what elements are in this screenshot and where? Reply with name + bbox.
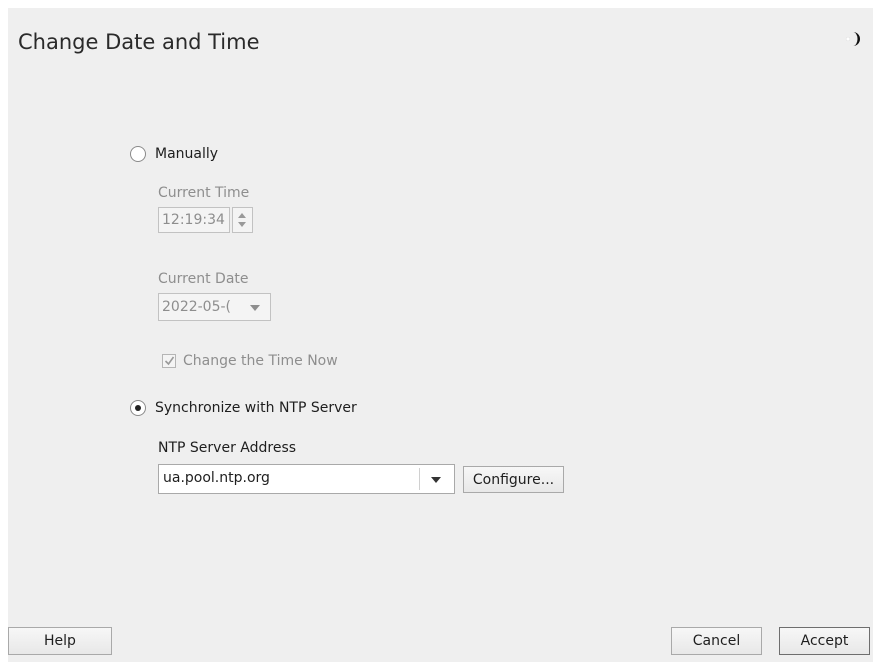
manually-radio-indicator[interactable]: [130, 146, 146, 162]
current-date-value: 2022-05-(: [162, 299, 232, 315]
help-button[interactable]: Help: [8, 627, 112, 655]
checkmark-icon: [164, 356, 175, 366]
manually-radio-label: Manually: [155, 146, 219, 162]
cancel-button[interactable]: Cancel: [671, 627, 762, 655]
current-time-label: Current Time: [158, 185, 250, 201]
current-date-label: Current Date: [158, 271, 249, 287]
combo-divider: [419, 468, 420, 490]
date-time-dialog: Change Date and Time Manually Current Ti…: [8, 8, 873, 662]
change-time-now-label: Change the Time Now: [183, 353, 338, 369]
configure-button[interactable]: Configure...: [463, 466, 564, 493]
spin-down-icon[interactable]: [238, 222, 246, 227]
accept-button[interactable]: Accept: [779, 627, 870, 655]
ntp-radio-indicator[interactable]: [130, 400, 146, 416]
ntp-address-label: NTP Server Address: [158, 440, 297, 456]
current-date-combo[interactable]: 2022-05-(: [158, 293, 271, 321]
dialog-title: Change Date and Time: [18, 30, 260, 54]
ntp-radio[interactable]: Synchronize with NTP Server: [130, 400, 357, 416]
change-time-now-box[interactable]: [162, 354, 176, 368]
change-time-now-checkbox[interactable]: Change the Time Now: [162, 353, 338, 369]
chevron-down-icon[interactable]: [431, 477, 441, 483]
ntp-radio-label: Synchronize with NTP Server: [155, 400, 357, 416]
ntp-server-combo[interactable]: ua.pool.ntp.org: [158, 464, 455, 494]
spin-up-icon[interactable]: [238, 213, 246, 218]
current-time-spinbox[interactable]: 12:19:34: [158, 207, 255, 235]
moon-icon[interactable]: [844, 30, 862, 48]
chevron-down-icon: [250, 305, 260, 311]
current-time-field[interactable]: 12:19:34: [158, 207, 230, 233]
manually-radio[interactable]: Manually: [130, 146, 218, 162]
ntp-server-value[interactable]: ua.pool.ntp.org: [163, 470, 270, 486]
time-spin-buttons[interactable]: [232, 207, 253, 233]
